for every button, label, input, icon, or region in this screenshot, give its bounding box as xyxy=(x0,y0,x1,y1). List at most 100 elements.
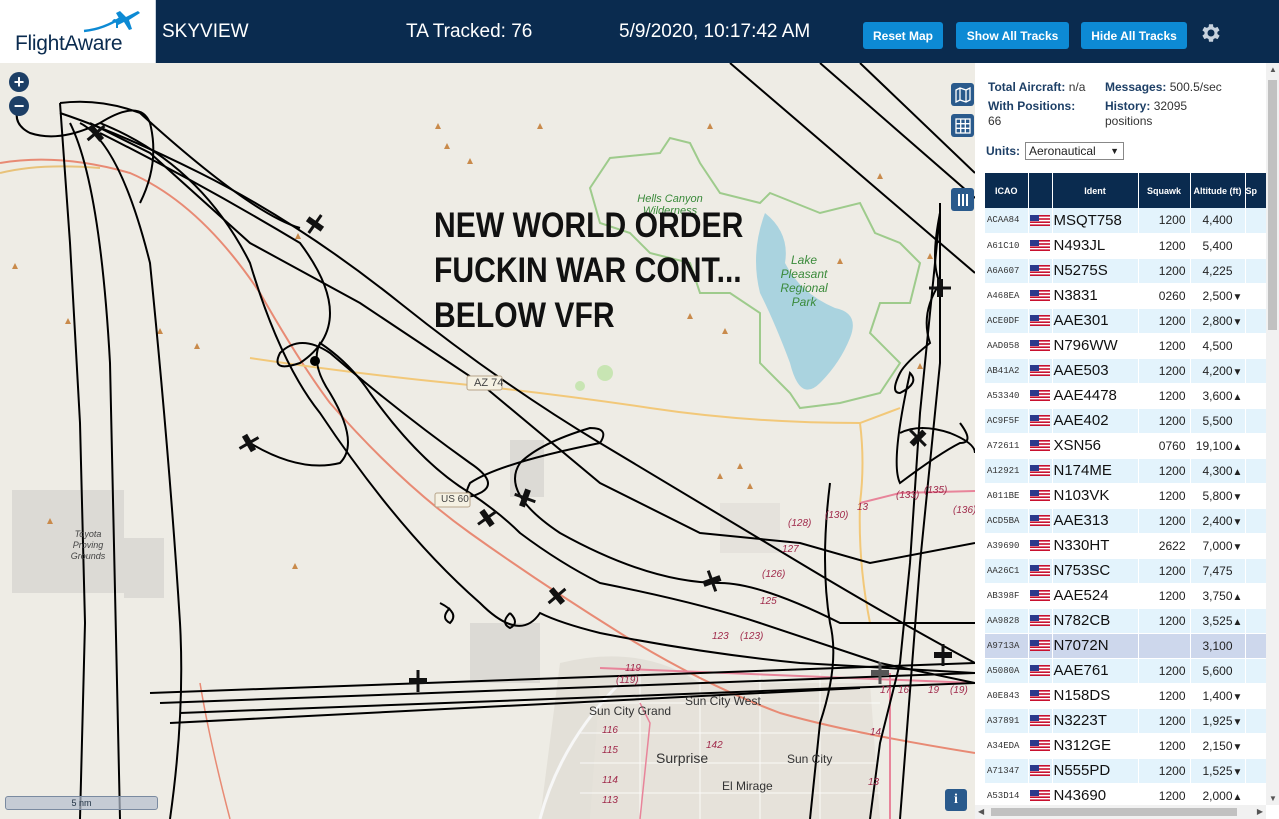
ident-cell: AAE402 xyxy=(1052,408,1139,434)
us-flag-icon xyxy=(1029,539,1050,551)
altitude-trend-icon: ▼ xyxy=(1232,541,1243,553)
scroll-up-icon[interactable]: ▲ xyxy=(1269,65,1277,74)
map-view[interactable]: (133) (135) (136) (128) 127 (130) 13 (12… xyxy=(0,63,975,819)
altitude-value: 2,800 xyxy=(1202,313,1233,328)
squawk-cell: 1200 xyxy=(1138,733,1191,759)
flag-cell xyxy=(1028,758,1053,784)
aircraft-table-container[interactable]: ICAO Ident Squawk Altitude (ft) Sp ACAA8… xyxy=(985,173,1266,819)
speed-cell xyxy=(1245,508,1266,534)
table-row[interactable]: AB41A2 AAE503 1200 4,200▼ xyxy=(985,358,1266,384)
road-number: (123) xyxy=(740,631,763,642)
horizontal-scrollbar[interactable]: ◀ ▶ xyxy=(975,805,1266,819)
scroll-right-icon[interactable]: ▶ xyxy=(1257,807,1263,816)
table-row[interactable]: A5080A AAE761 1200 5,600 xyxy=(985,658,1266,684)
gear-icon[interactable] xyxy=(1198,21,1222,45)
ident-cell: AAE524 xyxy=(1052,583,1139,609)
us-flag-icon xyxy=(1029,414,1050,426)
flag-cell xyxy=(1028,508,1053,534)
us60-label: US 60 xyxy=(441,494,469,505)
table-row[interactable]: ACE0DF AAE301 1200 2,800▼ xyxy=(985,308,1266,334)
flag-cell xyxy=(1028,308,1053,334)
squawk-cell: 1200 xyxy=(1138,583,1191,609)
altitude-cell: 7,000▼ xyxy=(1190,533,1246,559)
us-flag-icon xyxy=(1029,564,1050,576)
altitude-value: 1,925 xyxy=(1202,713,1233,728)
hide-all-tracks-button[interactable]: Hide All Tracks xyxy=(1081,22,1187,49)
total-aircraft-label: Total Aircraft: xyxy=(988,80,1066,94)
table-row[interactable]: A0E843 N158DS 1200 1,400▼ xyxy=(985,683,1266,709)
table-row[interactable]: A468EA N3831 0260 2,500▼ xyxy=(985,283,1266,309)
table-row[interactable]: AA26C1 N753SC 1200 7,475 xyxy=(985,558,1266,584)
table-row[interactable]: A12921 N174ME 1200 4,300▲ xyxy=(985,458,1266,484)
scroll-left-icon[interactable]: ◀ xyxy=(978,807,984,816)
table-row[interactable]: A53340 AAE4478 1200 3,600▲ xyxy=(985,383,1266,409)
info-button[interactable]: i xyxy=(945,789,967,811)
table-row[interactable]: A9713A N7072N 3,100 xyxy=(985,633,1266,659)
reset-map-button[interactable]: Reset Map xyxy=(863,22,943,49)
us-flag-icon xyxy=(1029,714,1050,726)
table-row[interactable]: A37891 N3223T 1200 1,925▼ xyxy=(985,708,1266,734)
col-ident[interactable]: Ident xyxy=(1052,173,1139,208)
altitude-cell: 2,150▼ xyxy=(1190,733,1246,759)
flightaware-logo[interactable]: FlightAware xyxy=(0,0,156,63)
aircraft-table: ICAO Ident Squawk Altitude (ft) Sp ACAA8… xyxy=(985,173,1266,809)
squawk-cell: 0760 xyxy=(1138,433,1191,459)
road-number: (130) xyxy=(825,510,848,521)
scroll-down-icon[interactable]: ▼ xyxy=(1269,794,1277,803)
col-icao[interactable]: ICAO xyxy=(985,173,1029,208)
vertical-scrollbar[interactable]: ▲ ▼ xyxy=(1266,63,1279,805)
ident-cell: AAE503 xyxy=(1052,358,1139,384)
scroll-thumb[interactable] xyxy=(1268,80,1277,330)
road-number: 19 xyxy=(928,685,940,696)
col-flag[interactable] xyxy=(1028,173,1053,208)
table-row[interactable]: A6A607 N5275S 1200 4,225 xyxy=(985,258,1266,284)
scroll-thumb-horizontal[interactable] xyxy=(991,808,1237,816)
table-row[interactable]: ACD5BA AAE313 1200 2,400▼ xyxy=(985,508,1266,534)
altitude-cell: 5,600 xyxy=(1190,658,1246,684)
map-canvas[interactable]: (133) (135) (136) (128) 127 (130) 13 (12… xyxy=(0,63,975,819)
col-speed[interactable]: Sp xyxy=(1245,173,1266,208)
altitude-cell: 2,800▼ xyxy=(1190,308,1246,334)
col-altitude[interactable]: Altitude (ft) xyxy=(1190,173,1246,208)
icao-cell: ACAA84 xyxy=(985,208,1029,234)
altitude-cell: 4,200▼ xyxy=(1190,358,1246,384)
altitude-cell: 1,525▼ xyxy=(1190,758,1246,784)
speed-cell xyxy=(1245,458,1266,484)
speed-cell xyxy=(1245,308,1266,334)
table-row[interactable]: A34EDA N312GE 1200 2,150▼ xyxy=(985,733,1266,759)
col-squawk[interactable]: Squawk xyxy=(1138,173,1191,208)
units-select[interactable]: Aeronautical ▼ xyxy=(1025,142,1124,160)
logo-text: FlightAware xyxy=(15,32,123,55)
squawk-cell: 1200 xyxy=(1138,458,1191,484)
table-row[interactable]: ACAA84 MSQT758 1200 4,400 xyxy=(985,208,1266,234)
table-row[interactable]: A39690 N330HT 2622 7,000▼ xyxy=(985,533,1266,559)
show-all-tracks-button[interactable]: Show All Tracks xyxy=(956,22,1069,49)
table-row[interactable]: AA9828 N782CB 1200 3,525▲ xyxy=(985,608,1266,634)
altitude-value: 2,500 xyxy=(1202,288,1233,303)
toggle-sidebar-button[interactable] xyxy=(951,188,974,211)
table-row[interactable]: A72611 XSN56 0760 19,100▲ xyxy=(985,433,1266,459)
road-number: 17 xyxy=(880,685,892,696)
az74-label: AZ 74 xyxy=(474,377,504,389)
flag-cell xyxy=(1028,333,1053,359)
table-row[interactable]: A71347 N555PD 1200 1,525▼ xyxy=(985,758,1266,784)
zoom-in-button[interactable]: + xyxy=(9,72,29,92)
icao-cell: A011BE xyxy=(985,483,1029,509)
altitude-cell: 5,800▼ xyxy=(1190,483,1246,509)
table-row[interactable]: AC9F5F AAE402 1200 5,500 xyxy=(985,408,1266,434)
grid-toggle-button[interactable] xyxy=(951,114,974,137)
overlay-line-1: NEW WORLD ORDER xyxy=(434,206,744,245)
speed-cell xyxy=(1245,233,1266,259)
altitude-cell: 19,100▲ xyxy=(1190,433,1246,459)
table-row[interactable]: A011BE N103VK 1200 5,800▼ xyxy=(985,483,1266,509)
table-row[interactable]: AB398F AAE524 1200 3,750▲ xyxy=(985,583,1266,609)
with-positions-label: With Positions: xyxy=(988,99,1076,113)
table-row[interactable]: A61C10 N493JL 1200 5,400 xyxy=(985,233,1266,259)
altitude-value: 2,000 xyxy=(1202,788,1233,803)
map-layers-button[interactable] xyxy=(951,83,974,106)
altitude-cell: 3,525▲ xyxy=(1190,608,1246,634)
zoom-out-button[interactable]: − xyxy=(9,96,29,116)
us-flag-icon xyxy=(1029,689,1050,701)
table-row[interactable]: AAD058 N796WW 1200 4,500 xyxy=(985,333,1266,359)
us-flag-icon xyxy=(1029,239,1050,251)
